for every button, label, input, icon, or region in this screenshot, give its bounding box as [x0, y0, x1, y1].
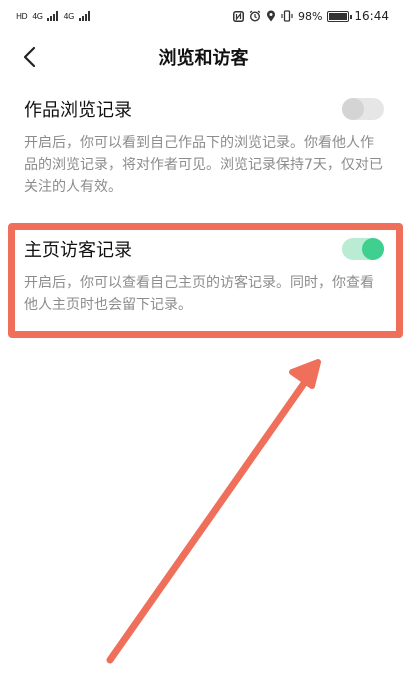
page-title: 浏览和访客	[158, 48, 249, 69]
status-bar: HD 4G 4G 98% 16:44	[0, 0, 407, 32]
status-left: HD 4G 4G	[16, 11, 90, 21]
network-type-2: 4G	[63, 11, 74, 21]
toggle-knob	[342, 98, 364, 120]
clock: 16:44	[354, 9, 389, 23]
hd-indicator: HD	[16, 11, 28, 21]
location-icon	[266, 10, 275, 22]
battery-icon	[327, 10, 353, 22]
setting-homepage-visitor-history: 主页访客记录 开启后，你可以查看自己主页的访客记录。同时，你查看他人主页时也会留…	[24, 236, 384, 316]
signal-icon-2	[78, 11, 90, 21]
homepage-visitor-history-toggle[interactable]	[342, 238, 384, 260]
status-right: 98% 16:44	[232, 9, 389, 23]
setting-description: 开启后，你可以查看自己主页的访客记录。同时，你查看他人主页时也会留下记录。	[24, 275, 374, 313]
work-browse-history-toggle[interactable]	[342, 98, 384, 120]
setting-work-browse-history: 作品浏览记录 开启后，你可以看到自己作品下的浏览记录。你看他人作品的浏览记录，将…	[24, 96, 384, 198]
header: 浏览和访客	[0, 34, 407, 78]
vibrate-icon	[281, 10, 293, 22]
screen: HD 4G 4G 98% 16:44 浏览和访客 作品浏览记录 开启后，你可以看…	[0, 0, 407, 696]
setting-description: 开启后，你可以看到自己作品下的浏览记录。你看他人作品的浏览记录，将对作者可见。浏…	[24, 135, 383, 195]
nfc-icon	[232, 10, 244, 22]
setting-title: 作品浏览记录	[24, 100, 132, 121]
toggle-knob	[362, 238, 384, 260]
signal-icon	[47, 11, 59, 21]
network-type-1: 4G	[32, 11, 43, 21]
battery-percent: 98%	[297, 9, 323, 23]
alarm-icon	[249, 10, 261, 22]
setting-title: 主页访客记录	[24, 240, 132, 261]
